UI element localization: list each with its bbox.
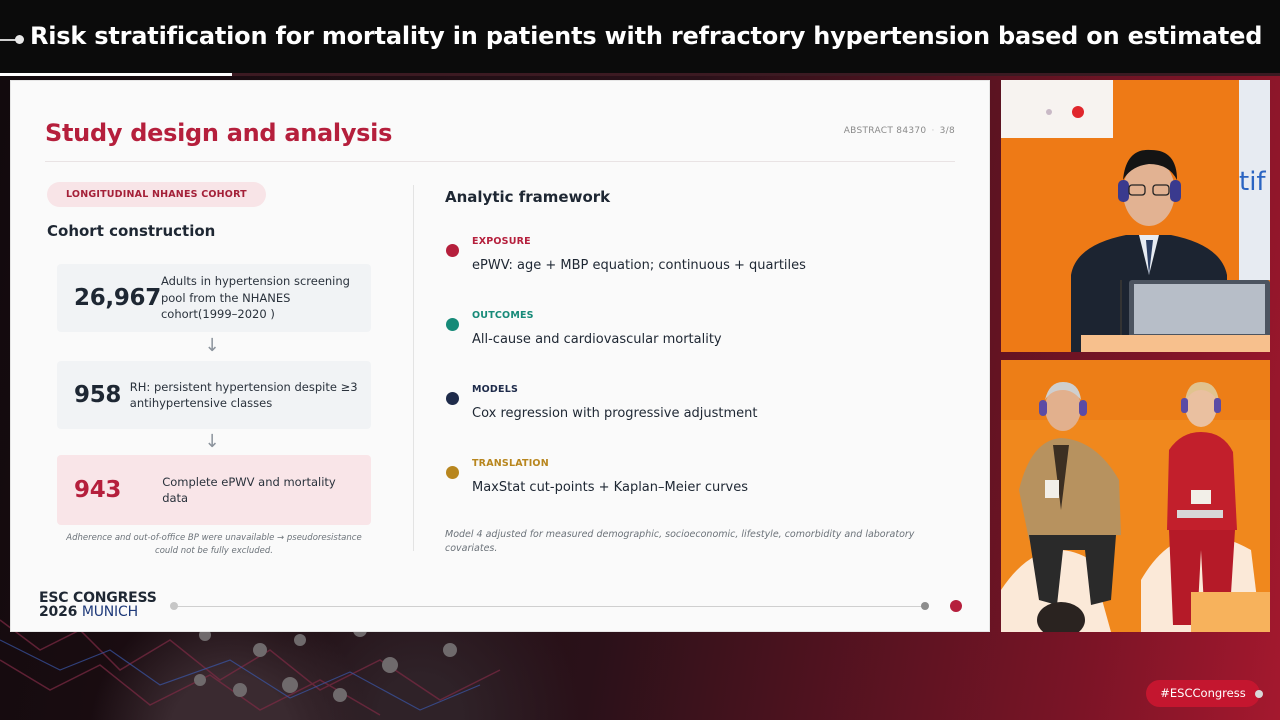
framework-desc: Cox regression with progressive adjustme… <box>472 406 758 421</box>
backdrop-text: tif <box>1239 167 1266 197</box>
bullet-dot-icon <box>446 466 459 479</box>
stream-title: Risk stratification for mortality in pat… <box>30 22 1270 50</box>
framework-label: EXPOSURE <box>472 236 531 247</box>
speaker-camera-feed: tif <box>1001 80 1270 352</box>
slide-progress-track <box>175 606 927 607</box>
esc-congress-logo: ESC CONGRESS 2026 MUNICH <box>39 591 157 619</box>
presentation-slide: Study design and analysis ABSTRACT 84370… <box>10 80 990 632</box>
speaker-video-image: tif <box>1001 80 1270 352</box>
framework-desc: MaxStat cut-points + Kaplan–Meier curves <box>472 480 749 495</box>
cohort-step-final: 943 Complete ePWV and mortality data <box>57 455 371 525</box>
bullet-dot-icon <box>446 392 459 405</box>
stream-title-bar: Risk stratification for mortality in pat… <box>0 0 1280 76</box>
cohort-step-screening: 26,967 Adults in hypertension screening … <box>57 264 371 332</box>
framework-label: MODELS <box>472 384 519 395</box>
slide-title: Study design and analysis <box>45 119 393 147</box>
cohort-note: Adherence and out-of-office BP were unav… <box>66 533 362 556</box>
arrow-down-icon: ↓ <box>204 335 220 356</box>
cohort-tag: LONGITUDINAL NHANES COHORT <box>47 182 266 207</box>
stream-progress-bar <box>0 73 232 76</box>
framework-heading: Analytic framework <box>445 188 611 206</box>
slide-progress-marker <box>921 602 929 610</box>
framework-note: Model 4 adjusted for measured demographi… <box>445 529 915 554</box>
cohort-step-number: 958 <box>74 382 122 408</box>
cohort-step-number: 943 <box>74 477 122 503</box>
framework-desc: All-cause and cardiovascular mortality <box>472 332 722 347</box>
cohort-step-text: Complete ePWV and mortality data <box>162 474 336 506</box>
slide-progress-current-dot <box>950 600 962 612</box>
stream-progress-track <box>232 73 1280 76</box>
framework-label: OUTCOMES <box>472 310 534 321</box>
logo-year: 2026 <box>39 604 78 620</box>
framework-desc: ePWV: age + MBP equation; continuous + q… <box>472 258 806 273</box>
abstract-meta: ABSTRACT 84370 · 3/8 <box>843 126 955 136</box>
moderators-camera-feed <box>1001 360 1270 632</box>
column-divider <box>413 185 414 551</box>
arrow-down-icon: ↓ <box>204 431 220 452</box>
slide-progress-start-dot <box>170 602 178 610</box>
logo-line1: ESC CONGRESS <box>39 590 157 606</box>
cohort-step-text: Adults in hypertension screening pool fr… <box>160 274 350 322</box>
abstract-id: ABSTRACT 84370 <box>843 126 927 136</box>
hashtag-badge: #ESCCongress <box>1146 680 1260 707</box>
bullet-dot-icon <box>446 244 459 257</box>
cohort-step-number: 26,967 <box>74 285 161 311</box>
cohort-heading: Cohort construction <box>47 222 216 240</box>
title-bar-dot <box>15 35 24 44</box>
logo-city: MUNICH <box>81 604 138 620</box>
cohort-step-text: RH: persistent hypertension despite ≥3 a… <box>129 379 358 411</box>
moderators-video-image <box>1001 360 1270 632</box>
slide-page-number: 3/8 <box>939 126 955 136</box>
title-divider <box>45 161 955 162</box>
hashtag-dot <box>1255 690 1263 698</box>
cohort-step-rh: 958 RH: persistent hypertension despite … <box>57 361 371 429</box>
framework-label: TRANSLATION <box>472 458 549 469</box>
bullet-dot-icon <box>446 318 459 331</box>
